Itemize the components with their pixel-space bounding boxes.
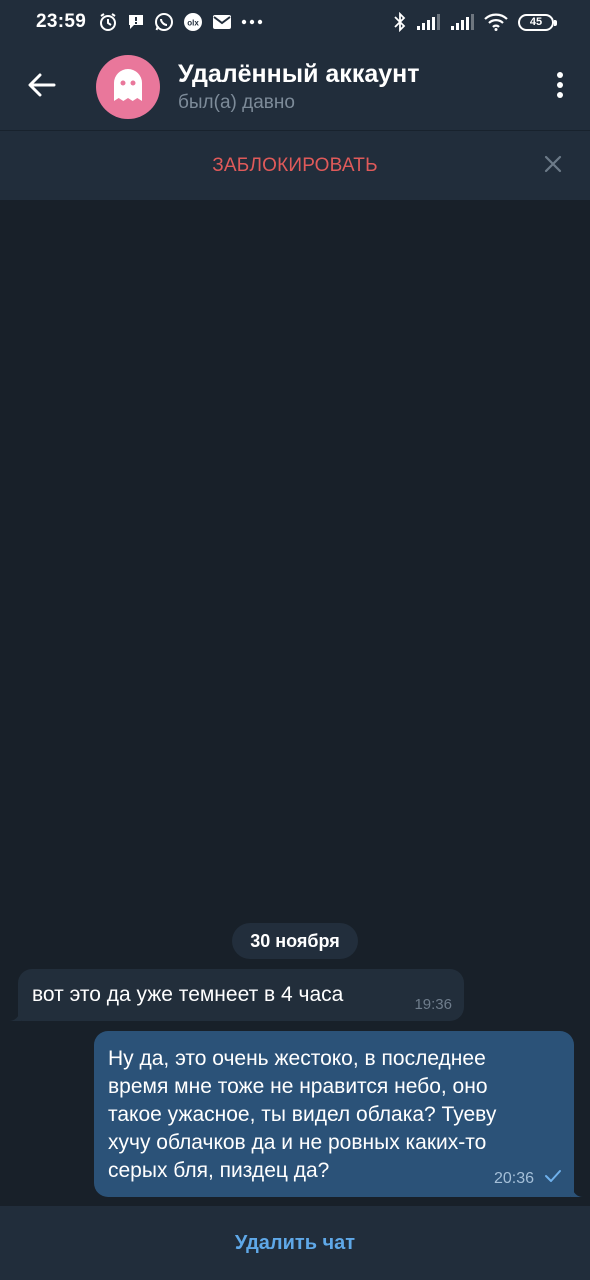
close-icon	[544, 155, 562, 178]
message-text: Ну да, это очень жестоко, в последнее вр…	[108, 1045, 560, 1185]
back-button[interactable]	[0, 44, 84, 130]
chat-title: Удалённый аккаунт	[178, 59, 420, 88]
bluetooth-icon	[394, 12, 406, 32]
svg-text:olx: olx	[187, 19, 199, 28]
status-icons-left: olx	[98, 12, 263, 32]
message-time: 19:36	[414, 996, 452, 1013]
olx-icon: olx	[183, 12, 203, 32]
whatsapp-icon	[154, 12, 174, 32]
status-time: 23:59	[36, 11, 87, 32]
check-icon	[544, 1169, 562, 1188]
ghost-icon	[108, 65, 148, 110]
bubble-tail	[9, 1009, 21, 1021]
message-line: такое ужасное, ты видел облака? Туеву	[108, 1103, 497, 1126]
incoming-message[interactable]: вот это да уже темнеет в 4 часа 19:36	[9, 969, 464, 1021]
last-seen-status: был(а) давно	[178, 91, 295, 113]
kebab-menu-icon	[556, 71, 564, 104]
message-time: 20:36	[493, 1169, 534, 1187]
message-line: Ну да, это очень жестоко, в последнее	[108, 1047, 486, 1070]
arrow-left-icon	[28, 73, 56, 102]
more-dots-icon	[241, 19, 263, 25]
header-text[interactable]: Удалённый аккаунт был(а) давно	[178, 59, 419, 116]
more-menu-button[interactable]	[530, 44, 590, 130]
status-bar: 23:59 olx 45	[0, 0, 590, 44]
message-notification-icon	[127, 13, 145, 31]
message-line: хучу облачков да и не ровных каких-то	[108, 1131, 487, 1154]
status-icons-right: 45	[394, 12, 557, 32]
message-meta: 20:36	[494, 1169, 562, 1188]
delete-chat-button[interactable]: Удалить чат	[235, 1232, 355, 1255]
block-bar: ЗАБЛОКИРОВАТЬ	[0, 130, 590, 200]
signal-icon	[450, 14, 474, 30]
outgoing-message[interactable]: Ну да, это очень жестоко, в последнее вр…	[94, 1031, 583, 1197]
alarm-icon	[98, 12, 118, 32]
message-line: время мне тоже не нравится небо, оно	[108, 1075, 488, 1098]
chat-area[interactable]: 30 ноября вот это да уже темнеет в 4 час…	[0, 200, 590, 1206]
bottom-bar: Удалить чат	[0, 1206, 590, 1280]
message-line: серых бля, пиздец да?	[108, 1159, 330, 1182]
avatar[interactable]	[96, 55, 160, 119]
block-button[interactable]: ЗАБЛОКИРОВАТЬ	[212, 155, 378, 177]
battery-icon: 45	[518, 13, 557, 31]
bubble-tail	[571, 1185, 583, 1197]
signal-icon	[416, 14, 440, 30]
wifi-icon	[484, 13, 508, 31]
message-text: вот это да уже темнеет в 4 часа	[32, 983, 344, 1006]
mail-icon	[212, 14, 232, 30]
close-block-bar-button[interactable]	[538, 151, 568, 181]
date-separator: 30 ноября	[232, 923, 358, 959]
chat-header: Удалённый аккаунт был(а) давно	[0, 44, 590, 130]
